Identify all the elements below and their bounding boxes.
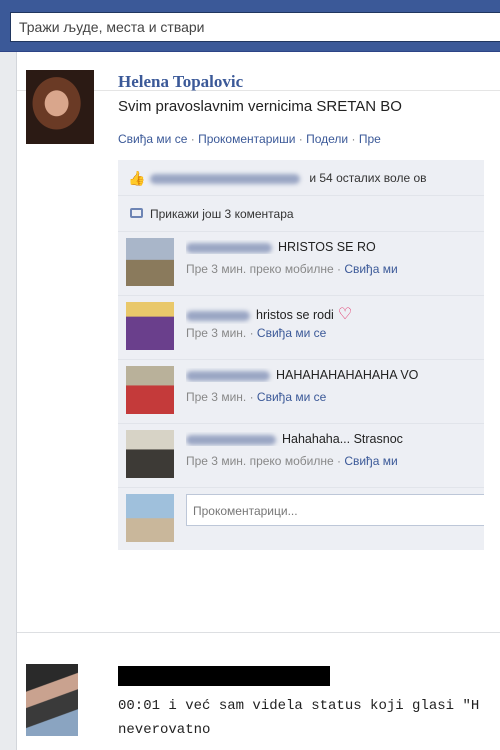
comment-item: Hahahaha... Strasnoc Пре 3 мин. преко мо… [118,424,484,488]
comment-like-link[interactable]: Свиђа ми се [257,326,326,340]
blurred-name [186,434,276,445]
comment-item: hristos se rodi ♡ Пре 3 мин. · Свиђа ми с… [118,296,484,360]
post-author-name[interactable]: Helena Topalovic [118,72,243,92]
comment-via: преко мобилне [249,262,334,276]
blurred-name [150,173,300,184]
comment-text: HAHAHAHAHAHAHA VO [276,368,419,382]
show-more-label[interactable]: Прикажи још 3 коментара [150,207,294,221]
search-input[interactable]: Тражи људе, места и ствари [10,12,500,42]
comment-text: HRISTOS SE RO [278,240,376,254]
comment-item: HRISTOS SE RO Пре 3 мин. преко мобилне ·… [118,232,484,296]
second-post-avatar[interactable] [26,664,78,736]
reply-box: Прокоментарици... [118,488,484,548]
like-link[interactable]: Свиђа ми се [118,132,187,146]
thumbs-up-icon: 👍 [128,170,146,186]
comment-bubble-icon [130,208,143,218]
comments-panel: 👍 и 54 осталих воле ов Прикажи још 3 ком… [118,160,484,550]
comment-item: HAHAHAHAHAHAHA VO Пре 3 мин. · Свиђа ми … [118,360,484,424]
commenter-avatar[interactable] [126,302,174,350]
commenter-avatar[interactable] [126,366,174,414]
comment-time: Пре 3 мин. [186,262,247,276]
comment-text: Hahahaha... Strasnoc [282,432,403,446]
current-user-avatar [126,494,174,542]
comment-input[interactable]: Прокоментарици... [186,494,484,526]
heart-icon: ♡ [337,306,353,323]
blurred-name [186,310,250,321]
divider [17,632,500,633]
comment-like-link[interactable]: Свиђа ми се [257,390,326,404]
comment-time: Пре 3 мин. [186,390,247,404]
more-link[interactable]: Пре [359,132,381,146]
commenter-avatar[interactable] [126,430,174,478]
post-actions: Свиђа ми се · Прокоментариши · Подели · … [118,132,381,146]
top-bar: Тражи људе, места и ствари [0,0,500,52]
share-link[interactable]: Подели [306,132,348,146]
comment-link[interactable]: Прокоментариши [198,132,295,146]
comment-time: Пре 3 мин. [186,454,247,468]
comment-like-link[interactable]: Свиђа ми [344,454,397,468]
commenter-avatar[interactable] [126,238,174,286]
likes-summary: 👍 и 54 осталих воле ов [118,160,484,196]
blurred-name [186,242,272,253]
show-more-comments[interactable]: Прикажи још 3 коментара [118,196,484,232]
comment-time: Пре 3 мин. [186,326,247,340]
second-post-text: 00:01 i već sam videla status koji glasi… [118,698,480,738]
redacted-author-name [118,666,330,686]
post-text: Svim pravoslavnim vernicima SRETAN BO [118,98,402,115]
comment-text: hristos se rodi [256,308,334,322]
likes-count-text[interactable]: и 54 осталих воле ов [309,171,426,185]
blurred-name [186,370,270,381]
comment-via: преко мобилне [249,454,334,468]
comment-like-link[interactable]: Свиђа ми [344,262,397,276]
author-avatar[interactable] [26,70,94,144]
